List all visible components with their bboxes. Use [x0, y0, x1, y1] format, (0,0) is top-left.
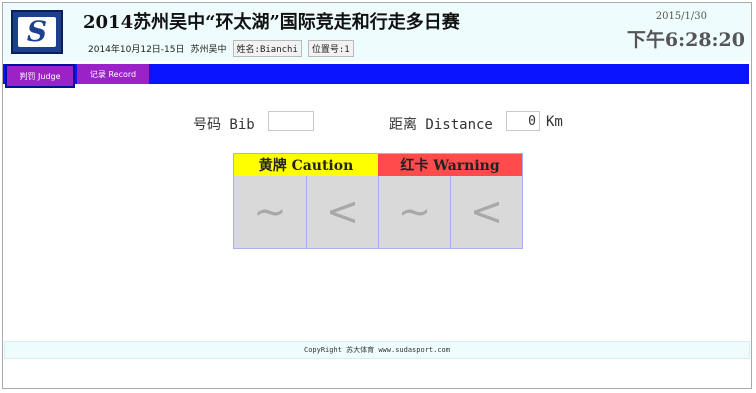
caution-loss-of-contact-button[interactable]: ~ — [234, 176, 306, 248]
bib-label: 号码 Bib — [193, 117, 255, 133]
logo-letter: S — [18, 17, 56, 47]
distance-unit: Km — [546, 114, 563, 130]
athlete-form: 号码 Bib 距离 Distance Km — [0, 110, 756, 134]
tab-judge[interactable]: 判罚 Judge — [5, 64, 75, 88]
event-logo: S — [11, 10, 63, 54]
warning-header: 红卡 Warning — [378, 154, 522, 176]
footer: CopyRight 苏大体育 www.sudasport.com — [4, 341, 750, 359]
header: S 2014苏州吴中“环太湖”国际竞走和行走多日赛 2014年10月12日-15… — [3, 3, 751, 61]
distance-label: 距离 Distance — [389, 117, 493, 133]
current-time: 下午6:28:20 — [626, 29, 745, 51]
warning-loss-of-contact-button[interactable]: ~ — [378, 176, 450, 248]
caution-header: 黄牌 Caution — [234, 154, 378, 176]
penalty-panel: 黄牌 Caution 红卡 Warning ~ < ~ < — [233, 153, 523, 249]
distance-input[interactable] — [506, 111, 540, 131]
judge-name-badge: 姓名:Bianchi — [232, 39, 302, 57]
tab-record[interactable]: 记录 Record — [77, 64, 149, 84]
event-info: 2014年10月12日-15日 苏州吴中 姓名:Bianchi 位置号:1 — [88, 39, 354, 57]
copyright-text: CopyRight 苏大体育 www.sudasport.com — [303, 346, 450, 354]
event-location: 苏州吴中 — [190, 44, 227, 55]
nav-bar: 判罚 Judge 记录 Record — [3, 64, 749, 88]
position-badge: 位置号:1 — [307, 39, 354, 57]
current-date: 2015/1/30 — [655, 11, 707, 22]
caution-bent-knee-button[interactable]: < — [306, 176, 378, 248]
event-dates: 2014年10月12日-15日 — [88, 44, 185, 55]
page-title: 2014苏州吴中“环太湖”国际竞走和行走多日赛 — [83, 12, 460, 33]
warning-bent-knee-button[interactable]: < — [450, 176, 522, 248]
bib-input[interactable] — [268, 111, 314, 131]
